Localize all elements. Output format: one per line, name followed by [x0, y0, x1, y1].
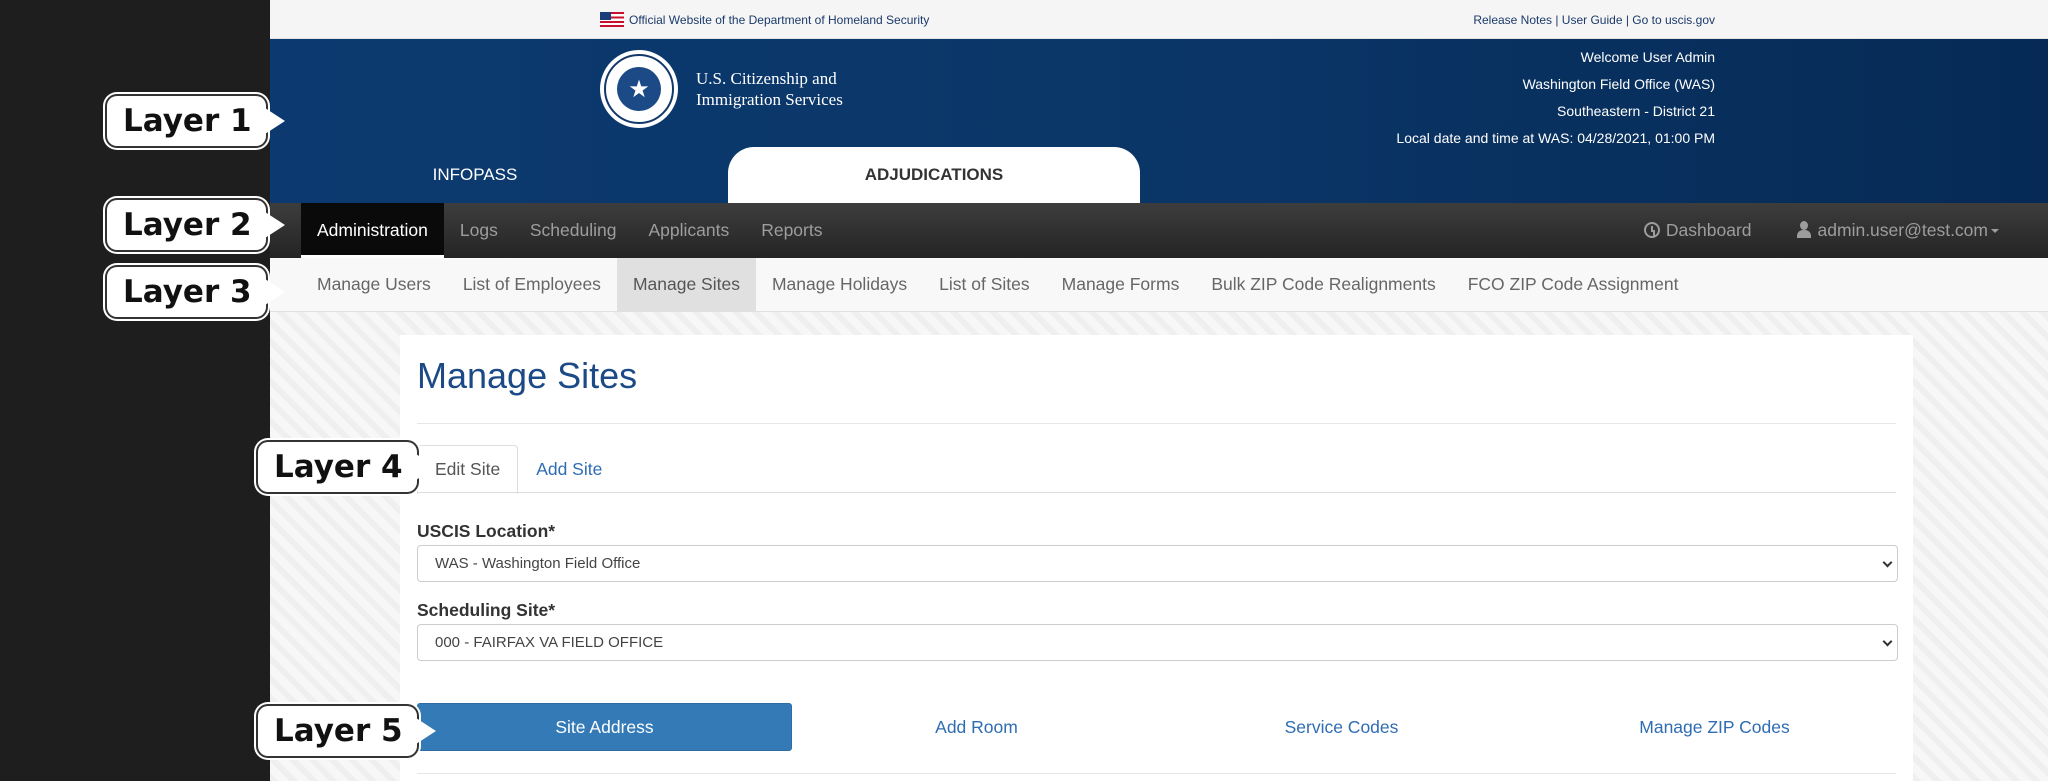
uscis-location-label: USCIS Location* — [417, 521, 556, 541]
dhs-seal-logo: ★ — [600, 50, 678, 128]
chevron-down-icon — [1882, 557, 1893, 568]
main-navbar: Administration Logs Scheduling Applicant… — [270, 203, 2048, 258]
us-flag-icon — [600, 12, 624, 27]
dashboard-icon — [1643, 222, 1660, 238]
site-actions: Site Address Add Room Service Codes Mana… — [417, 703, 1898, 751]
subnav-list-of-employees[interactable]: List of Employees — [447, 258, 617, 311]
official-banner: Official Website of the Department of Ho… — [270, 0, 2048, 39]
chevron-down-icon — [1882, 636, 1893, 647]
callout-layer-4: Layer 4 — [258, 442, 436, 492]
user-icon — [1796, 221, 1812, 238]
subnav-list-of-sites[interactable]: List of Sites — [923, 258, 1045, 311]
subnav-manage-forms[interactable]: Manage Forms — [1046, 258, 1196, 311]
callout-layer-3: Layer 3 — [107, 267, 285, 317]
nav-item-administration[interactable]: Administration — [301, 203, 444, 258]
manage-zip-codes-link[interactable]: Manage ZIP Codes — [1527, 703, 1902, 751]
official-website-notice: Official Website of the Department of Ho… — [600, 12, 929, 27]
page-title: Manage Sites — [417, 355, 638, 396]
tab-adjudications[interactable]: ADJUDICATIONS — [728, 147, 1140, 203]
nav-item-scheduling[interactable]: Scheduling — [514, 203, 633, 258]
scheduling-site-select[interactable]: 000 - FAIRFAX VA FIELD OFFICE — [417, 624, 1898, 661]
title-divider — [417, 423, 1896, 424]
office-text: Washington Field Office (WAS) — [1522, 76, 1715, 92]
manage-sites-panel: Manage Sites Edit Site Add Site USCIS Lo… — [400, 335, 1913, 781]
callout-layer-5: Layer 5 — [258, 706, 436, 756]
welcome-text: Welcome User Admin — [1580, 49, 1715, 65]
scheduling-site-label: Scheduling Site* — [417, 600, 556, 620]
subnav-manage-holidays[interactable]: Manage Holidays — [756, 258, 923, 311]
service-codes-link[interactable]: Service Codes — [1154, 703, 1529, 751]
subnav-manage-users[interactable]: Manage Users — [301, 258, 447, 311]
site-tabs: Edit Site Add Site — [417, 445, 620, 494]
site-header: ★ U.S. Citizenship and Immigration Servi… — [270, 39, 2048, 203]
site-address-button[interactable]: Site Address — [417, 703, 792, 751]
utility-links[interactable]: Release Notes | User Guide | Go to uscis… — [1473, 13, 1715, 27]
user-menu[interactable]: admin.user@test.com — [1780, 203, 2015, 258]
nav-item-applicants[interactable]: Applicants — [632, 203, 745, 258]
add-room-link[interactable]: Add Room — [789, 703, 1164, 751]
callout-layer-1: Layer 1 — [107, 96, 285, 146]
tabs-divider — [417, 492, 1896, 493]
user-info: Welcome User Admin Washington Field Offi… — [1396, 44, 1715, 152]
agency-name: U.S. Citizenship and Immigration Service… — [696, 69, 843, 109]
subnav-fco-zip-assignment[interactable]: FCO ZIP Code Assignment — [1452, 258, 1695, 311]
district-text: Southeastern - District 21 — [1557, 103, 1715, 119]
app-window: Official Website of the Department of Ho… — [270, 0, 2048, 781]
subnav-manage-sites[interactable]: Manage Sites — [616, 258, 756, 311]
admin-subnav: Manage Users List of Employees Manage Si… — [270, 258, 2048, 312]
nav-item-reports[interactable]: Reports — [745, 203, 838, 258]
nav-item-logs[interactable]: Logs — [444, 203, 514, 258]
uscis-location-select[interactable]: WAS - Washington Field Office — [417, 545, 1898, 582]
subnav-bulk-zip-realignments[interactable]: Bulk ZIP Code Realignments — [1195, 258, 1451, 311]
actions-divider — [417, 773, 1896, 774]
callout-layer-2: Layer 2 — [107, 200, 285, 250]
local-datetime: Local date and time at WAS: 04/28/2021, … — [1396, 130, 1715, 146]
eagle-icon: ★ — [617, 67, 661, 111]
tab-infopass[interactable]: INFOPASS — [400, 147, 550, 203]
official-text: Official Website of the Department of Ho… — [629, 12, 930, 27]
tab-add-site[interactable]: Add Site — [518, 445, 620, 493]
caret-down-icon — [1991, 229, 1999, 233]
dashboard-link[interactable]: Dashboard — [1628, 203, 1768, 258]
